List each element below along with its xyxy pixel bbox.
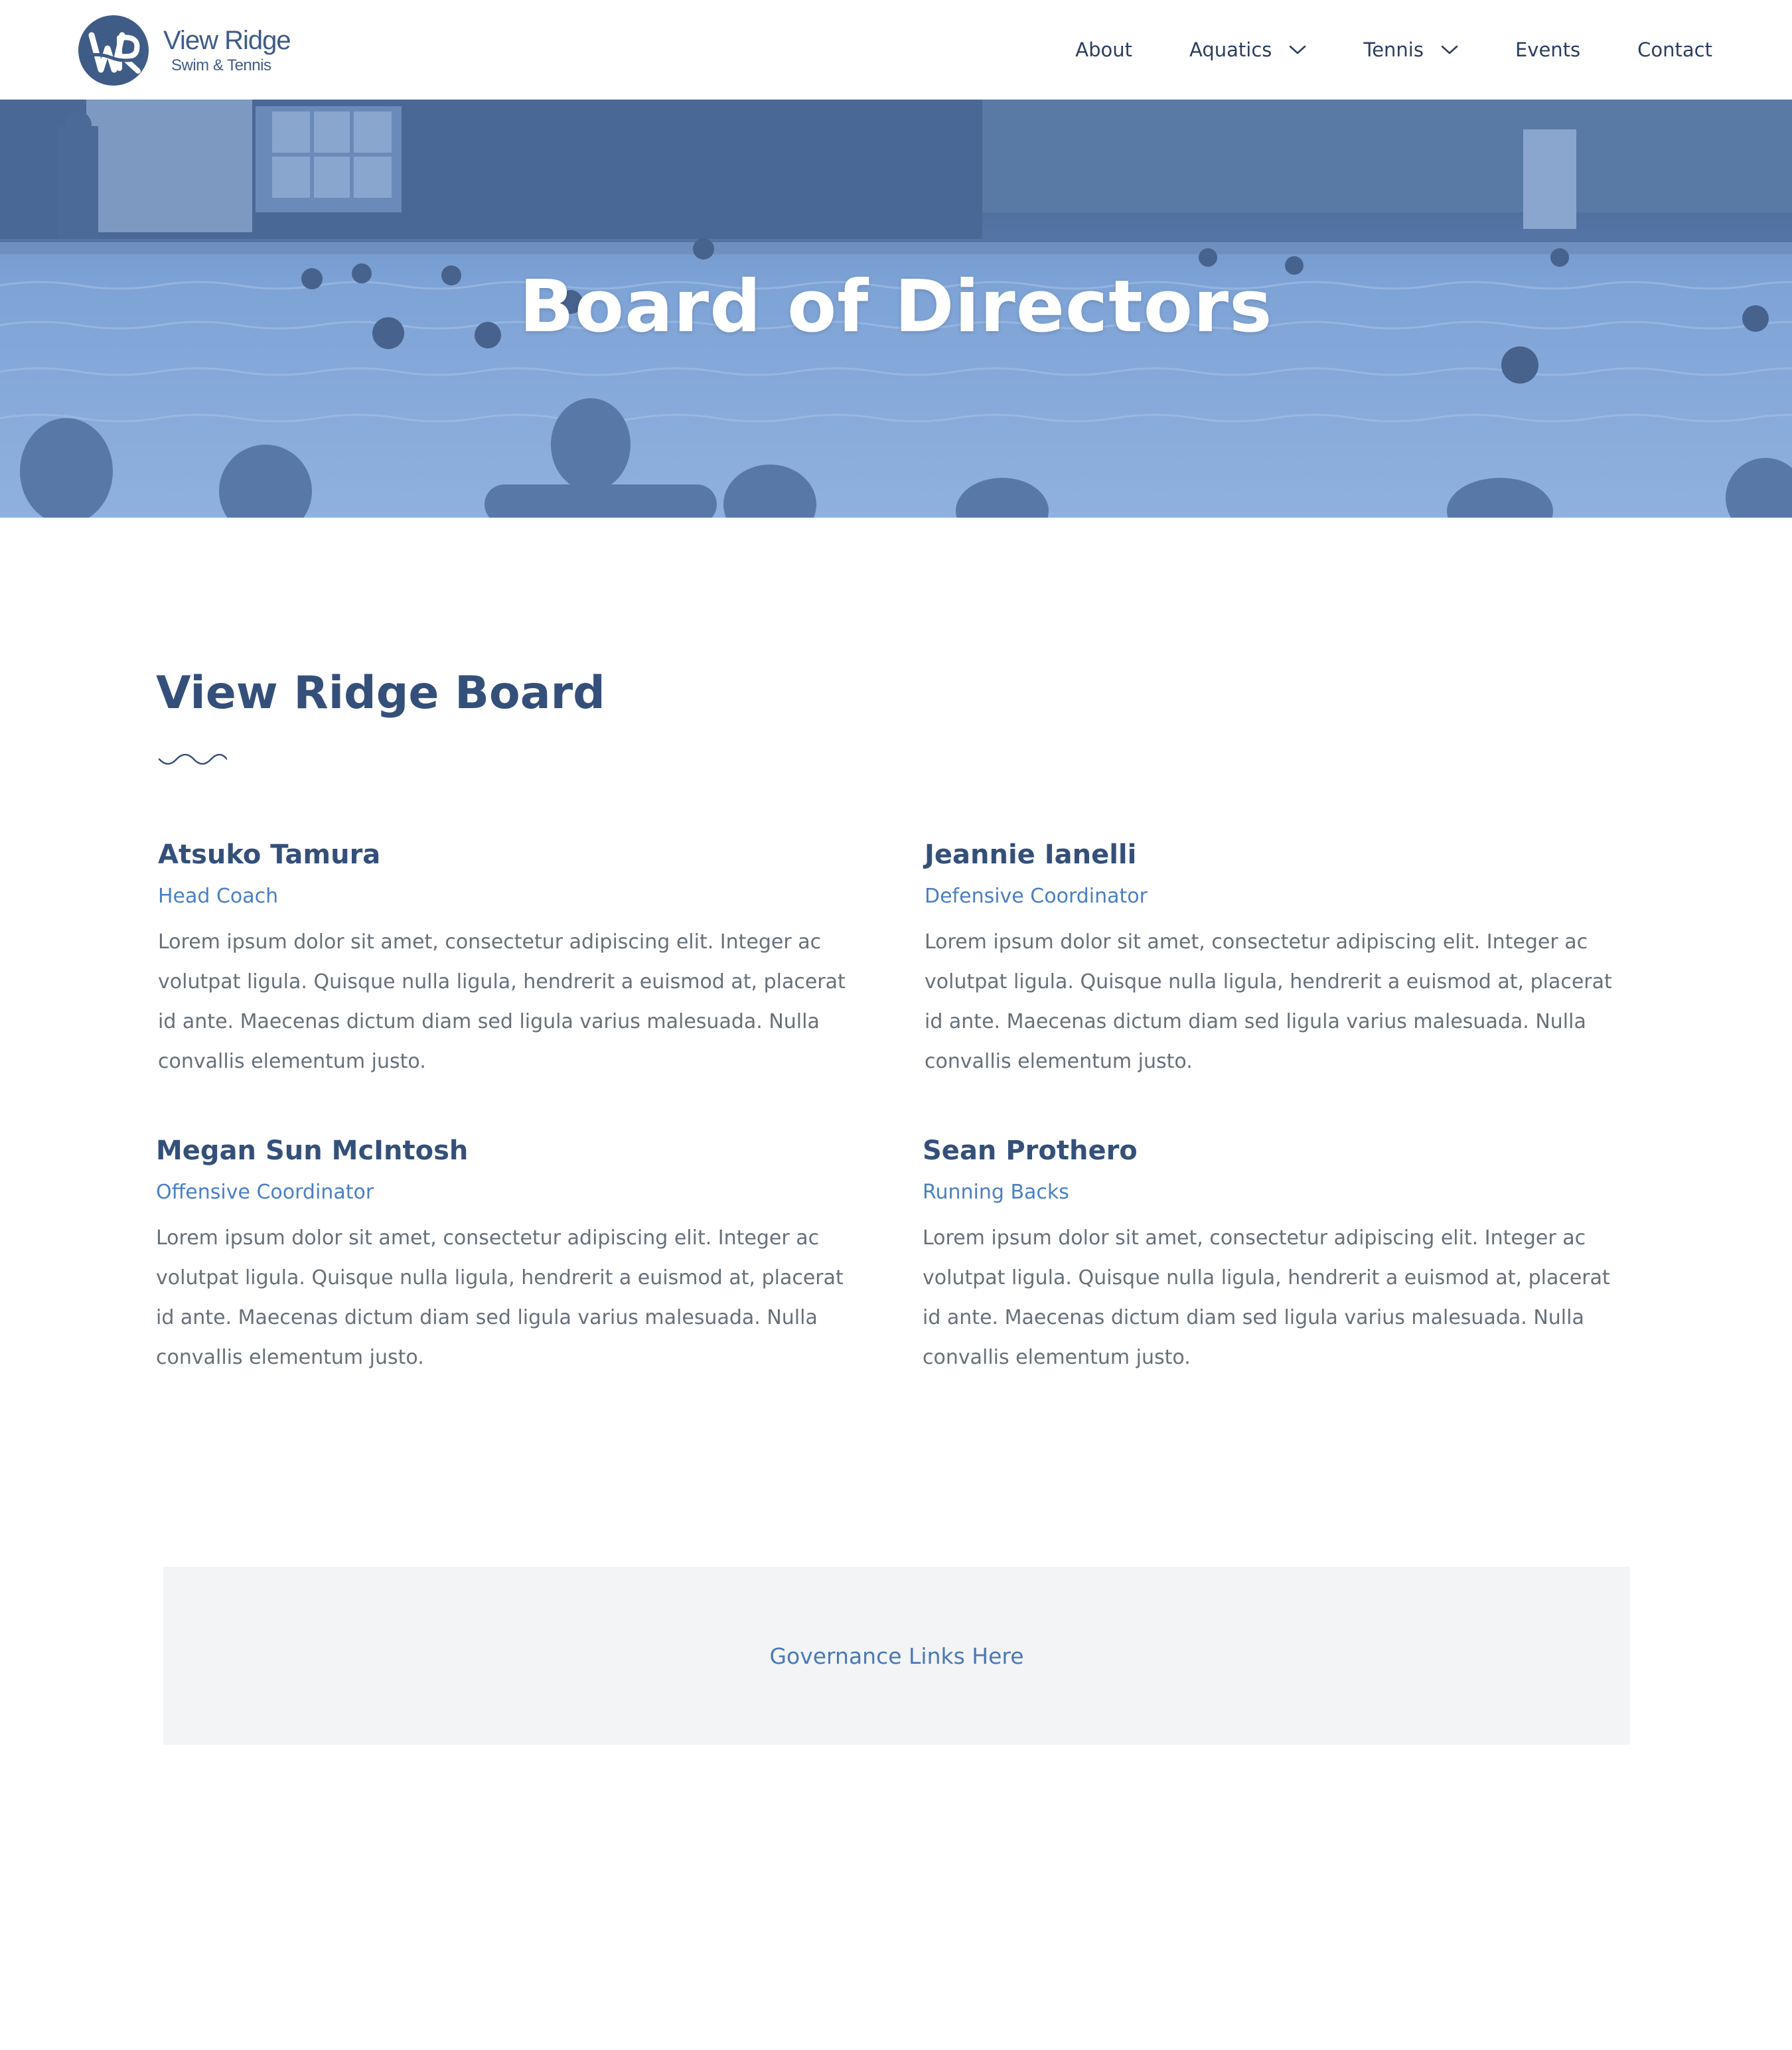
- nav-label: Events: [1515, 38, 1581, 61]
- member-name: Sean Prothero: [923, 1135, 1138, 1166]
- chevron-down-icon[interactable]: [1441, 44, 1458, 55]
- governance-link[interactable]: Governance Links Here: [769, 1643, 1023, 1669]
- nav-item-aquatics[interactable]: Aquatics: [1189, 38, 1306, 61]
- board-member-card: Megan Sun McIntosh Offensive Coordinator…: [156, 1135, 846, 1378]
- nav-item-events[interactable]: Events: [1515, 38, 1580, 61]
- member-bio: Lorem ipsum dolor sit amet, consectetur …: [156, 1226, 844, 1369]
- member-role: Offensive Coordinator: [156, 1181, 374, 1204]
- nav-label: Contact: [1637, 38, 1712, 61]
- member-bio: Lorem ipsum dolor sit amet, consectetur …: [925, 930, 1612, 1073]
- member-bio: Lorem ipsum dolor sit amet, consectetur …: [923, 1226, 1610, 1369]
- member-name: Jeannie Ianelli: [925, 840, 1137, 870]
- board-member-card: Jeannie Ianelli Defensive Coordinator Lo…: [925, 840, 1615, 1082]
- site-header: View Ridge Swim & Tennis About Aquatics …: [0, 0, 1792, 100]
- board-member-card: Sean Prothero Running Backs Lorem ipsum …: [923, 1135, 1613, 1378]
- member-name: Megan Sun McIntosh: [156, 1135, 469, 1166]
- nav-label: Tennis: [1363, 38, 1424, 61]
- main-nav: About Aquatics Tennis Events Contact: [1075, 0, 1712, 100]
- nav-item-about[interactable]: About: [1075, 38, 1132, 61]
- nav-item-tennis[interactable]: Tennis: [1363, 38, 1458, 61]
- member-name: Atsuko Tamura: [158, 840, 381, 870]
- member-role: Running Backs: [923, 1181, 1069, 1204]
- member-role: Defensive Coordinator: [925, 885, 1148, 908]
- logo-mark-icon: [78, 15, 149, 86]
- site-logo[interactable]: View Ridge Swim & Tennis: [78, 15, 291, 86]
- nav-item-contact[interactable]: Contact: [1637, 38, 1712, 61]
- member-bio: Lorem ipsum dolor sit amet, consectetur …: [158, 930, 846, 1073]
- section-title: View Ridge Board: [156, 667, 605, 719]
- nav-label: About: [1075, 38, 1133, 61]
- governance-panel: Governance Links Here: [163, 1567, 1630, 1745]
- nav-label: Aquatics: [1189, 38, 1272, 61]
- logo-name: View Ridge: [163, 26, 291, 55]
- chevron-down-icon[interactable]: [1289, 44, 1306, 55]
- hero-banner: Board of Directors: [0, 100, 1792, 518]
- wave-divider-icon: [158, 754, 227, 765]
- board-member-card: Atsuko Tamura Head Coach Lorem ipsum dol…: [158, 840, 848, 1082]
- logo-subtitle: Swim & Tennis: [171, 56, 271, 74]
- page-title: Board of Directors: [519, 265, 1273, 348]
- member-role: Head Coach: [158, 885, 279, 908]
